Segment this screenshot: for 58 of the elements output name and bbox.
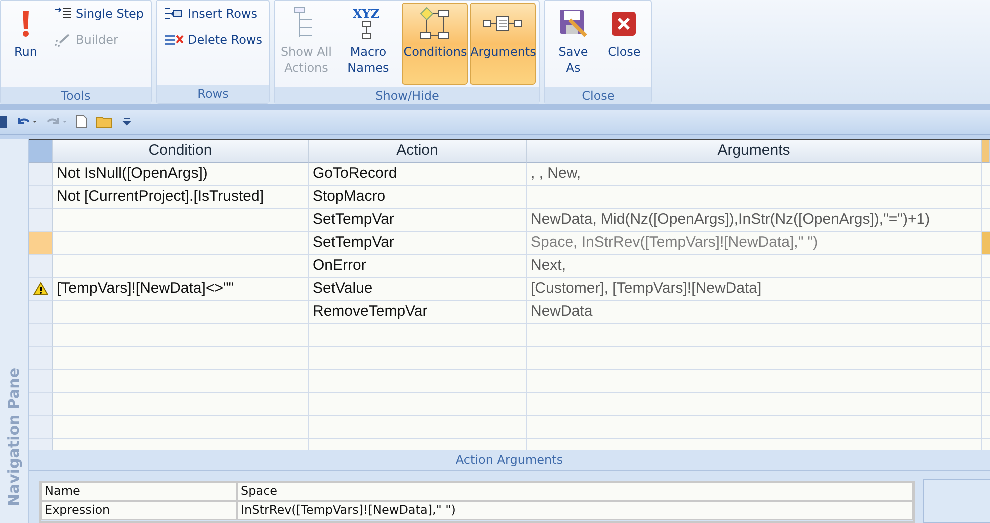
select-all-corner[interactable] (29, 140, 53, 163)
column-header[interactable]: Arguments (527, 140, 982, 163)
action-cell[interactable]: RemoveTempVar (309, 301, 527, 324)
condition-cell[interactable] (53, 255, 309, 278)
property-label: Expression (41, 501, 237, 520)
ribbon-button[interactable]: Close (600, 3, 648, 85)
delete-rows-icon (164, 33, 184, 47)
group-label: Rows (157, 85, 270, 103)
condition-cell[interactable]: Not [CurrentProject].[IsTrusted] (53, 186, 309, 209)
save-icon[interactable] (0, 115, 8, 129)
ribbon-button[interactable]: Delete Rows (160, 29, 266, 51)
action-cell[interactable]: SetValue (309, 278, 527, 301)
navigation-pane-title: Navigation Pane (5, 368, 23, 507)
action-cell[interactable]: SetTempVar (309, 232, 527, 255)
insert-rows-icon (164, 7, 184, 21)
ribbon-button[interactable]: Save As (548, 3, 598, 85)
ribbon-button[interactable]: Run (4, 3, 48, 85)
row-selector[interactable] (29, 278, 53, 301)
arguments-cell: Next, (527, 255, 982, 278)
arguments-cell: [Customer], [TempVars]![NewData] (527, 278, 982, 301)
ribbon-button[interactable]: Insert Rows (160, 3, 266, 25)
group-label: Show/Hide (275, 87, 540, 105)
group-label: Tools (1, 87, 152, 105)
close-icon (611, 11, 638, 37)
column-header[interactable]: Action (309, 140, 527, 163)
column-header[interactable]: Condition (53, 140, 309, 163)
panel-title: Action Arguments (29, 450, 990, 471)
arguments-cell: , , New, (527, 163, 982, 186)
ribbon-button[interactable]: Arguments (470, 3, 536, 85)
folder-icon[interactable] (96, 115, 114, 129)
action-cell[interactable]: GoToRecord (309, 163, 527, 186)
group-label: Close (545, 87, 652, 105)
condition-cell[interactable]: Not IsNull([OpenArgs]) (53, 163, 309, 186)
arguments-cell: NewData (527, 301, 982, 324)
arguments-cell: Space, InStrRev([TempVars]![NewData]," ") (527, 232, 982, 255)
warning-icon (32, 282, 48, 296)
flowchart-icon (419, 7, 452, 41)
property-value-field[interactable]: Space (237, 482, 913, 501)
new-document-icon[interactable] (76, 115, 88, 129)
arguments-cell: NewData, Mid(Nz([OpenArgs]),InStr(Nz([OpenArgs]),"=")+1) (527, 209, 982, 232)
ribbon-button[interactable]: XYZ Macro Names (336, 3, 400, 85)
condition-cell[interactable] (53, 301, 309, 324)
ribbon-button[interactable]: Single Step (50, 3, 148, 25)
property-value-field[interactable]: InStrRev([TempVars]![NewData]," ") (237, 501, 913, 520)
action-cell[interactable]: OnError (309, 255, 527, 278)
condition-cell[interactable]: [TempVars]![NewData]<>"" (53, 278, 309, 301)
ribbon-button[interactable]: Conditions (402, 3, 468, 85)
header-edge (982, 140, 990, 163)
wand-icon (54, 33, 72, 47)
step-icon (54, 7, 72, 21)
floppy-pencil-icon (558, 8, 588, 40)
property-label: Name (41, 482, 237, 501)
exclamation-icon (20, 9, 32, 39)
condition-cell[interactable] (53, 232, 309, 255)
action-cell[interactable]: StopMacro (309, 186, 527, 209)
action-cell[interactable]: SetTempVar (309, 209, 527, 232)
condition-cell[interactable] (53, 209, 309, 232)
customize-toolbar-icon[interactable] (122, 116, 132, 128)
